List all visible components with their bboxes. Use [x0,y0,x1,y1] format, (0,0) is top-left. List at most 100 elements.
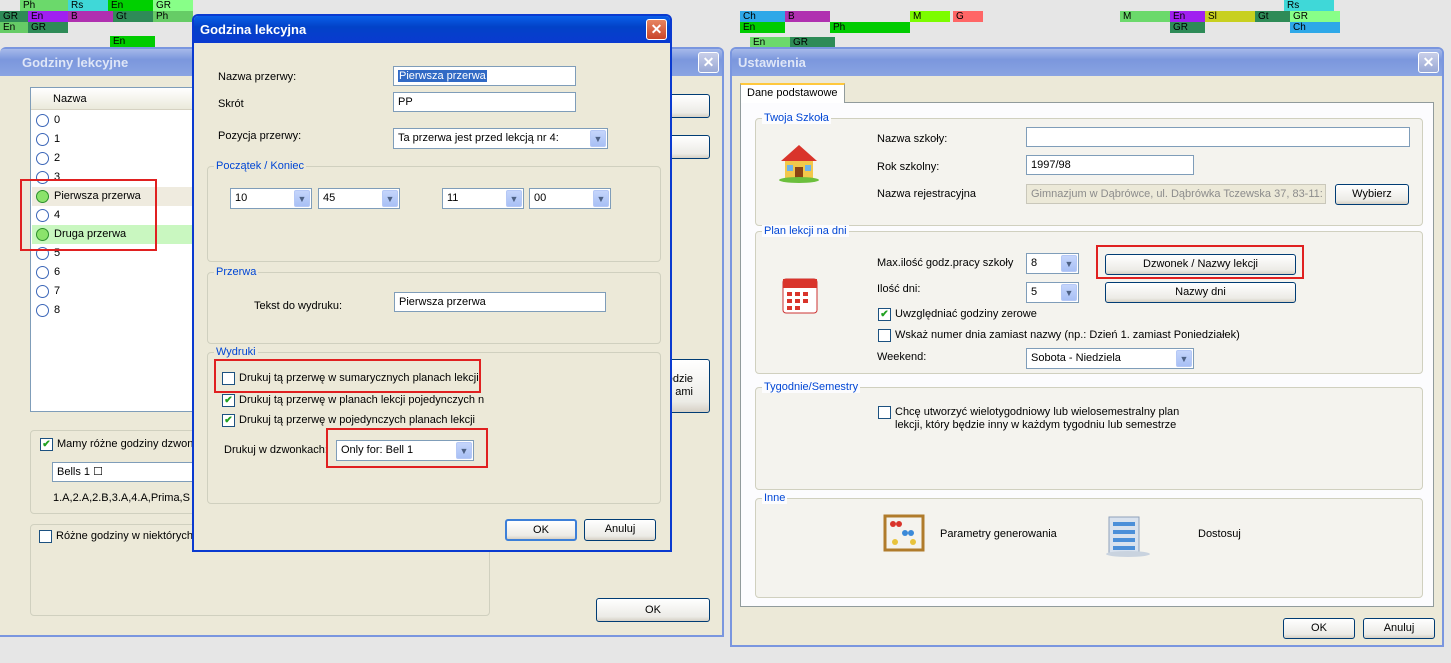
checkbox-label: Wskaż numer dnia zamiast nazwy (np.: Dzi… [895,329,1240,341]
timetable-cell[interactable]: M [910,11,950,22]
ok-button[interactable]: OK [1283,618,1355,639]
chevron-down-icon[interactable]: ▼ [294,190,310,207]
clock-icon [36,285,49,298]
nazwa-przerwy-input[interactable]: Pierwsza przerwa [393,66,576,86]
wybierz-button[interactable]: Wybierz [1335,184,1409,205]
rozne-godziny-checkbox[interactable]: Różne godziny w niektórych [39,530,193,543]
list-item[interactable]: 6 [32,263,194,282]
max-label: Max.ilość godz.pracy szkoły [877,257,1014,269]
ok-button[interactable]: OK [505,519,577,541]
close-icon[interactable]: ✕ [1418,52,1439,73]
rejestr-input: Gimnazjum w Dąbrówce, ul. Dąbrówka Tczew… [1026,184,1326,204]
timetable-cell[interactable]: Sl [1205,11,1255,22]
anuluj-button[interactable]: Anuluj [1363,618,1435,639]
timetable-cell[interactable]: Ch [1290,22,1340,33]
checkbox-checked-icon: ✔ [878,308,891,321]
ok-button[interactable]: OK [596,598,710,622]
tekst-input[interactable]: Pierwsza przerwa [394,292,606,312]
list-item[interactable]: 1 [32,130,194,149]
list-column-header[interactable]: Nazwa [31,88,194,110]
nazwy-dni-button[interactable]: Nazwy dni [1105,282,1296,303]
timetable-cell[interactable]: GR [1290,11,1340,22]
checkbox-unchecked-icon [878,406,891,419]
weekend-select[interactable]: Sobota - Niedziela ▼ [1026,348,1194,369]
classes-text: 1.A,2.A,2.B,3.A,4.A,Prima,S [53,492,190,504]
list-item[interactable]: 8 [32,301,194,320]
timetable-cell[interactable]: En [110,36,155,47]
anuluj-button[interactable]: Anuluj [584,519,656,541]
chk-pojedynczych[interactable]: ✔ Drukuj tą przerwę w pojedynczych planac… [222,414,475,427]
chevron-down-icon[interactable]: ▼ [506,190,522,207]
rok-label: Rok szkolny: [877,161,940,173]
chevron-down-icon[interactable]: ▼ [1061,255,1077,272]
dni-select[interactable]: 5 ▼ [1026,282,1079,303]
window-title: Godziny lekcyjne [22,55,129,70]
timetable-cell[interactable]: Ph [153,11,193,22]
dostosuj-label[interactable]: Dostosuj [1198,528,1241,540]
parametry-label[interactable]: Parametry generowania [940,528,1057,540]
tab-panel: Twoja Szkoła Nazwa szkoły: Rok szkolny: … [740,102,1434,607]
chevron-down-icon[interactable]: ▼ [1061,284,1077,301]
timetable-cell[interactable]: M [1120,11,1170,22]
timetable-cell[interactable]: En [28,11,68,22]
timetable-cell[interactable]: En [740,22,785,33]
end-hour-select[interactable]: 11 ▼ [442,188,524,209]
bells-field[interactable]: Bells 1 ☐ [52,462,200,482]
rok-input[interactable]: 1997/98 [1026,155,1194,175]
max-select[interactable]: 8 ▼ [1026,253,1079,274]
timetable-cell[interactable]: Rs [1284,0,1334,11]
timetable-cell[interactable]: En [108,0,153,11]
skrot-input[interactable]: PP [393,92,576,112]
timetable-cell[interactable]: Gt [1255,11,1290,22]
chevron-down-icon[interactable]: ▼ [593,190,609,207]
chk-wielotygodniowy[interactable]: Chcę utworzyć wielotygodniowy lub wielos… [878,406,1179,432]
abacus-icon[interactable] [883,513,925,553]
timetable-cell[interactable]: Ch [740,11,785,22]
timetable-cell[interactable]: Ph [830,22,910,33]
timetable-cell[interactable]: En [0,22,28,33]
list-item[interactable]: 7 [32,282,194,301]
timetable-cell[interactable]: Ph [20,0,68,11]
pozycja-value: Ta przerwa jest przed lekcją nr 4: [398,132,559,144]
timetable-cell[interactable]: GR [28,22,68,33]
timetable-cell[interactable]: G [953,11,983,22]
nazwa-szkoly-label: Nazwa szkoły: [877,133,948,145]
start-hour-select[interactable]: 10 ▼ [230,188,312,209]
chk-zerowe[interactable]: ✔ Uwzględniać godziny zerowe [878,308,1037,321]
timetable-cell[interactable]: Rs [68,0,108,11]
pozycja-select[interactable]: Ta przerwa jest przed lekcją nr 4: ▼ [393,128,608,149]
chevron-down-icon[interactable]: ▼ [382,190,398,207]
end-minute-value: 00 [534,192,547,204]
chevron-down-icon[interactable]: ▼ [590,130,606,147]
list-item-label: 0 [54,114,61,126]
timetable-cell[interactable]: En [1170,11,1205,22]
timetable-cell[interactable]: GR [153,0,193,11]
chk-pojedynczych-n[interactable]: ✔ Drukuj tą przerwę w planach lekcji poje… [222,394,484,407]
ustawienia-titlebar[interactable]: Ustawienia ✕ [732,49,1442,76]
rozne-dzwonki-checkbox[interactable]: ✔ Mamy różne godziny dzwonk [40,438,199,451]
checkbox-unchecked-icon [878,329,891,342]
list-item[interactable]: 2 [32,149,194,168]
ustawienia-window: Ustawienia ✕ Dane podstawowe Twoja Szkoł… [730,47,1444,647]
list-item-label: 2 [54,152,61,164]
list-item[interactable]: 0 [32,111,194,130]
timetable-cell[interactable]: B [785,11,830,22]
timetable-cell[interactable]: B [68,11,113,22]
close-icon[interactable]: ✕ [698,52,719,73]
end-minute-select[interactable]: 00 ▼ [529,188,611,209]
server-icon[interactable] [1103,513,1153,557]
nazwa-przerwy-label: Nazwa przerwy: [218,71,297,83]
highlight-breaks [20,179,157,251]
close-icon[interactable]: ✕ [646,19,667,40]
godzina-lekcyjna-titlebar[interactable]: Godzina lekcyjna ✕ [194,16,670,43]
start-minute-select[interactable]: 45 ▼ [318,188,400,209]
timetable-cell[interactable]: GR [0,11,28,22]
tab-dane-podstawowe[interactable]: Dane podstawowe [740,83,845,103]
timetable-cell[interactable]: GR [1170,22,1205,33]
chk-numer-dnia[interactable]: Wskaż numer dnia zamiast nazwy (np.: Dzi… [878,329,1240,342]
highlight-sumaryczne [214,359,481,393]
timetable-cell[interactable]: Gt [113,11,153,22]
chevron-down-icon[interactable]: ▼ [1176,350,1192,367]
nazwa-szkoly-input[interactable] [1026,127,1410,147]
group-title: Inne [762,492,788,504]
